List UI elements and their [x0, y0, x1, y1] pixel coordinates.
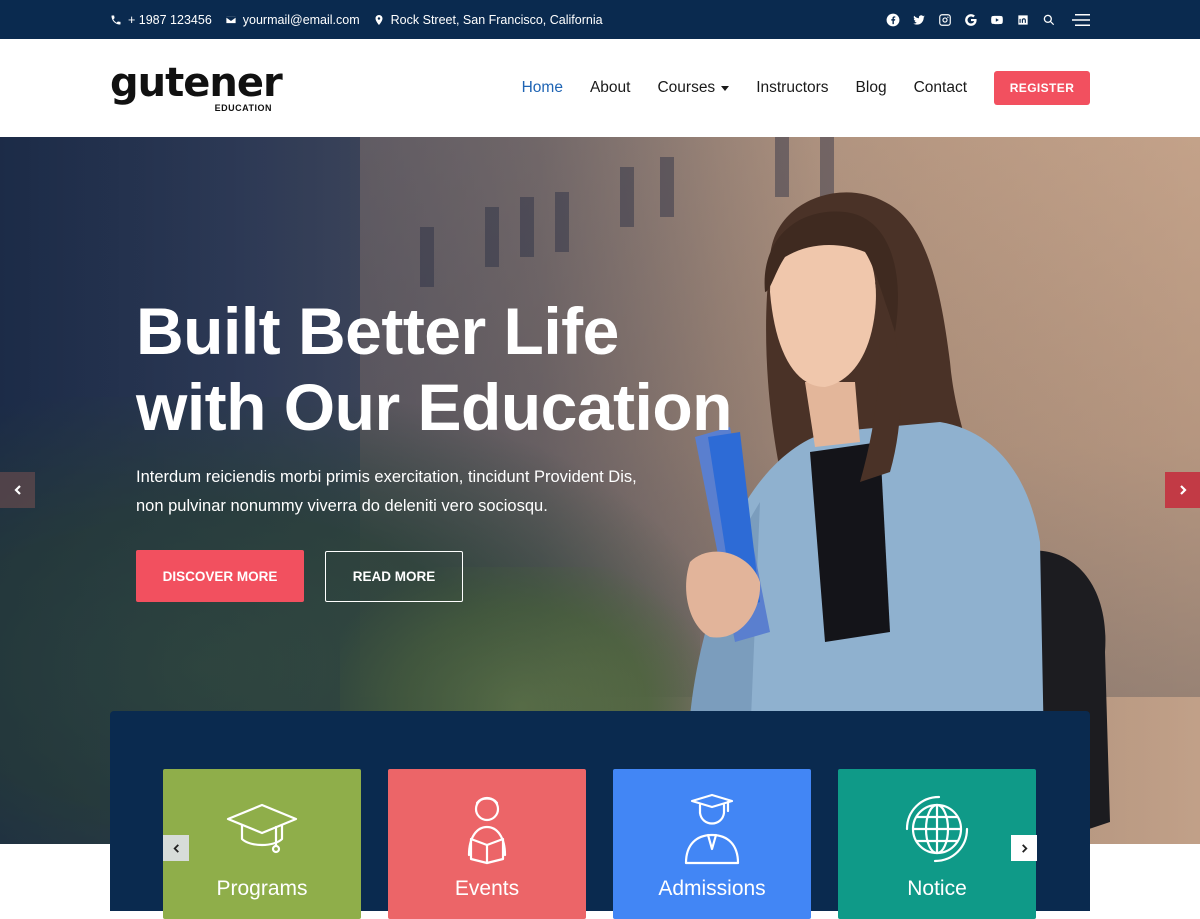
nav-about[interactable]: About — [590, 79, 631, 97]
hero-heading-line2: with Our Education — [136, 370, 733, 444]
nav-courses-label: Courses — [657, 79, 716, 96]
nav-home[interactable]: Home — [522, 79, 563, 97]
graduation-cap-icon — [222, 793, 302, 867]
linkedin-icon[interactable] — [1016, 13, 1030, 27]
chevron-right-icon — [1179, 485, 1187, 495]
nav-instructors-label: Instructors — [756, 79, 829, 96]
search-icon[interactable] — [1042, 13, 1056, 27]
nav-contact-label: Contact — [913, 79, 967, 96]
feature-panel: Programs Events Admissions Notice — [110, 711, 1090, 919]
hamburger-menu-icon[interactable] — [1072, 13, 1090, 27]
email-text: yourmail@email.com — [242, 12, 360, 27]
discover-more-button[interactable]: DISCOVER MORE — [136, 550, 304, 602]
phone-icon — [111, 15, 121, 24]
cards-prev-button[interactable] — [163, 835, 189, 861]
card-programs-label: Programs — [216, 877, 308, 900]
map-pin-icon — [375, 14, 383, 25]
nav-about-label: About — [589, 79, 631, 96]
chevron-left-icon — [13, 485, 21, 495]
card-notice[interactable]: Notice — [838, 769, 1036, 919]
social-links — [886, 0, 1090, 39]
register-button[interactable]: REGISTER — [994, 71, 1090, 105]
card-admissions[interactable]: Admissions — [613, 769, 811, 919]
card-events-label: Events — [454, 877, 520, 900]
card-admissions-label: Admissions — [658, 877, 766, 900]
site-header: gutener EDUCATION Home About Courses Ins… — [0, 39, 1200, 137]
read-more-button[interactable]: READ MORE — [325, 551, 463, 602]
hero-description: Interdum reiciendis morbi primis exercit… — [136, 468, 637, 515]
envelope-icon — [225, 15, 237, 24]
nav-blog[interactable]: Blog — [856, 79, 887, 97]
graduate-icon — [672, 793, 752, 867]
nav-contact[interactable]: Contact — [914, 79, 967, 97]
phone-contact[interactable]: + 1987 123456 — [110, 13, 212, 27]
email-contact[interactable]: yourmail@email.com — [225, 13, 360, 27]
slider-next-button[interactable] — [1165, 472, 1200, 508]
slider-prev-button[interactable] — [0, 472, 35, 508]
nav-courses[interactable]: Courses — [657, 79, 730, 97]
chevron-left-icon — [172, 843, 179, 853]
logo-wordmark: gutener — [110, 60, 283, 106]
chevron-right-icon — [1021, 843, 1028, 853]
card-programs[interactable]: Programs — [163, 769, 361, 919]
google-icon[interactable] — [964, 13, 978, 27]
caret-down-icon — [721, 86, 730, 91]
card-events[interactable]: Events — [388, 769, 586, 919]
card-notice-label: Notice — [907, 877, 967, 900]
main-nav: Home About Courses Instructors Blog Cont… — [522, 71, 1090, 105]
facebook-icon[interactable] — [886, 13, 900, 27]
logo-subtitle: EDUCATION — [214, 103, 272, 113]
cards-next-button[interactable] — [1011, 835, 1037, 861]
address-text: Rock Street, San Francisco, California — [390, 12, 603, 27]
phone-text: + 1987 123456 — [128, 12, 212, 27]
youtube-icon[interactable] — [990, 13, 1004, 27]
address-contact: Rock Street, San Francisco, California — [373, 13, 603, 27]
top-bar: + 1987 123456 yourmail@email.com Rock St… — [0, 0, 1200, 39]
student-reading-icon — [447, 793, 527, 867]
hero-heading-line1: Built Better Life — [136, 294, 619, 368]
hero-heading: Built Better Life with Our Education — [136, 293, 816, 445]
twitter-icon[interactable] — [912, 13, 926, 27]
instagram-icon[interactable] — [938, 13, 952, 27]
globe-icon — [897, 793, 977, 867]
site-logo[interactable]: gutener EDUCATION — [110, 60, 283, 117]
nav-blog-label: Blog — [855, 79, 887, 96]
nav-home-label: Home — [521, 79, 563, 96]
nav-instructors[interactable]: Instructors — [756, 79, 828, 97]
contact-info: + 1987 123456 yourmail@email.com Rock St… — [110, 0, 603, 39]
